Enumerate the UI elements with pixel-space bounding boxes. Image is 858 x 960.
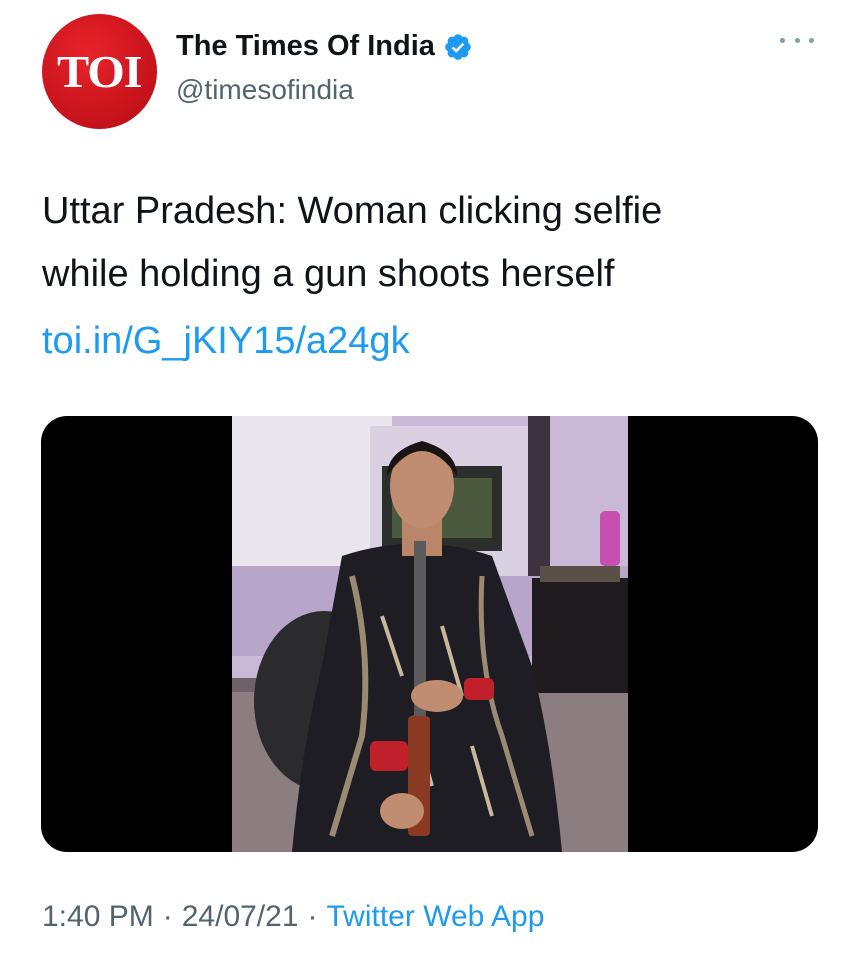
tweet-date[interactable]: 24/07/21 [182, 900, 299, 934]
account-name-row: The Times Of India [176, 30, 473, 63]
account-handle[interactable]: @timesofindia [176, 74, 354, 106]
tweet-text-line: while holding a gun shoots herself [42, 253, 615, 295]
tweet-time[interactable]: 1:40 PM [42, 900, 154, 934]
account-avatar[interactable]: TOI [42, 14, 157, 129]
footer-separator: · [162, 900, 173, 933]
media-photo [232, 416, 628, 852]
tweet-source[interactable]: Twitter Web App [327, 900, 545, 934]
tweet-footer: 1:40 PM · 24/07/21 · Twitter Web App [42, 900, 544, 934]
tweet-media[interactable] [41, 416, 818, 852]
tweet-text: Uttar Pradesh: Woman clicking selfie whi… [42, 180, 822, 306]
tweet-card: TOI The Times Of India @timesofindia Utt… [0, 0, 858, 960]
more-options-icon[interactable] [780, 30, 814, 50]
account-display-name[interactable]: The Times Of India [176, 30, 435, 63]
footer-separator: · [307, 900, 318, 933]
avatar-logo-text: TOI [57, 46, 143, 97]
tweet-link[interactable]: toi.in/G_jKIY15/a24gk [42, 310, 410, 373]
verified-badge-icon [443, 32, 473, 62]
tweet-text-line: Uttar Pradesh: Woman clicking selfie [42, 190, 663, 232]
